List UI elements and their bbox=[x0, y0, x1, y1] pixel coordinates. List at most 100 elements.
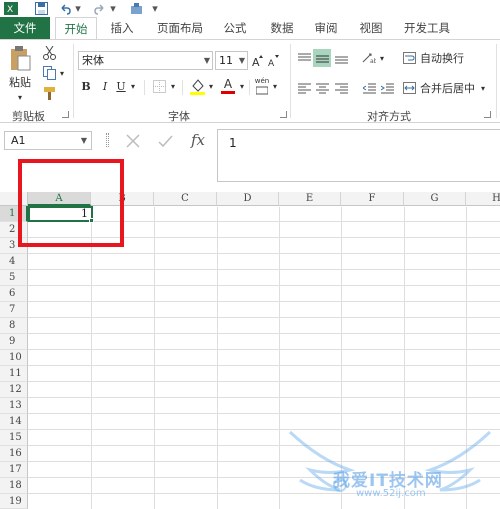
gridline bbox=[28, 413, 500, 414]
font-name-select[interactable]: 宋体 ▼ bbox=[78, 51, 213, 70]
row-header[interactable]: 4 bbox=[0, 254, 28, 270]
align-middle-icon[interactable] bbox=[313, 49, 331, 67]
italic-button[interactable]: I bbox=[98, 78, 112, 95]
decrease-indent-icon[interactable] bbox=[360, 79, 378, 97]
font-color-icon[interactable]: A bbox=[219, 76, 237, 96]
tab-page-layout[interactable]: 页面布局 bbox=[150, 17, 210, 39]
copy-dropdown-icon[interactable]: ▾ bbox=[58, 68, 66, 78]
tab-file[interactable]: 文件 bbox=[0, 17, 50, 39]
paste-dropdown-icon[interactable]: ▾ bbox=[14, 92, 26, 102]
row-header[interactable]: 9 bbox=[0, 334, 28, 350]
fill-color-icon[interactable] bbox=[188, 76, 206, 96]
chevron-down-icon: ▼ bbox=[203, 56, 210, 65]
wrap-text-button[interactable]: 自动换行 bbox=[403, 49, 468, 67]
save-icon[interactable] bbox=[32, 1, 50, 16]
column-header-h[interactable]: H bbox=[466, 192, 500, 206]
tab-insert[interactable]: 插入 bbox=[103, 17, 141, 39]
column-header-c[interactable]: C bbox=[154, 192, 217, 206]
alignment-group-label: 对齐方式 bbox=[367, 110, 411, 123]
row-header[interactable]: 10 bbox=[0, 350, 28, 366]
row-header[interactable]: 18 bbox=[0, 478, 28, 494]
align-left-icon[interactable] bbox=[295, 79, 313, 97]
redo-dropdown-icon[interactable]: ▾ bbox=[109, 1, 117, 16]
decrease-font-size-icon[interactable]: A bbox=[267, 52, 281, 69]
paste-button[interactable]: 粘贴 bbox=[4, 44, 36, 92]
copy-icon[interactable] bbox=[40, 64, 58, 82]
bold-button[interactable]: B bbox=[79, 78, 93, 95]
insert-function-button[interactable]: fx bbox=[186, 129, 210, 151]
row-header[interactable]: 6 bbox=[0, 286, 28, 302]
tab-data[interactable]: 数据 bbox=[263, 17, 301, 39]
undo-dropdown-icon[interactable]: ▾ bbox=[74, 1, 82, 16]
undo-icon[interactable] bbox=[57, 1, 73, 16]
row-header[interactable]: 19 bbox=[0, 494, 28, 509]
formula-input[interactable]: 1 bbox=[217, 129, 500, 182]
svg-text:A: A bbox=[268, 59, 275, 67]
cancel-entry-icon[interactable] bbox=[123, 131, 143, 151]
borders-icon[interactable] bbox=[150, 78, 168, 95]
column-header-f[interactable]: F bbox=[341, 192, 404, 206]
align-center-icon[interactable] bbox=[313, 79, 331, 97]
row-header[interactable]: 13 bbox=[0, 398, 28, 414]
gridline bbox=[28, 349, 500, 350]
name-box[interactable]: A1 ▼ bbox=[4, 131, 92, 150]
underline-dropdown-icon[interactable]: ▾ bbox=[129, 81, 137, 91]
excel-logo-icon: X bbox=[2, 1, 20, 16]
row-header[interactable]: 5 bbox=[0, 270, 28, 286]
row-header[interactable]: 11 bbox=[0, 366, 28, 382]
merge-center-icon bbox=[403, 82, 416, 94]
align-right-icon[interactable] bbox=[332, 79, 350, 97]
tab-formulas[interactable]: 公式 bbox=[216, 17, 254, 39]
divider bbox=[182, 80, 183, 95]
watermark-url: www.52ij.com bbox=[356, 488, 426, 499]
row-header[interactable]: 16 bbox=[0, 446, 28, 462]
font-size-value: 11 bbox=[219, 54, 233, 67]
font-color-glyph: A bbox=[223, 77, 233, 91]
row-header[interactable]: 17 bbox=[0, 462, 28, 478]
formula-bar-grip-icon bbox=[106, 133, 109, 147]
row-header[interactable]: 15 bbox=[0, 430, 28, 446]
clipboard-dialog-launcher-icon[interactable] bbox=[62, 111, 69, 118]
column-header-d[interactable]: D bbox=[217, 192, 279, 206]
fill-color-dropdown-icon[interactable]: ▾ bbox=[207, 81, 215, 91]
column-header-g[interactable]: G bbox=[404, 192, 466, 206]
alignment-dialog-launcher-icon[interactable] bbox=[484, 111, 491, 118]
orientation-dropdown-icon[interactable]: ▾ bbox=[378, 53, 386, 63]
borders-dropdown-icon[interactable]: ▾ bbox=[169, 81, 177, 91]
phonetic-icon bbox=[256, 86, 268, 95]
redo-icon[interactable] bbox=[92, 1, 108, 16]
format-painter-icon[interactable] bbox=[40, 84, 58, 102]
tab-home[interactable]: 开始 bbox=[55, 17, 97, 40]
increase-font-size-icon[interactable]: A bbox=[251, 52, 265, 69]
phonetic-dropdown-icon[interactable]: ▾ bbox=[271, 81, 279, 91]
formula-value: 1 bbox=[229, 136, 237, 150]
column-header-e[interactable]: E bbox=[279, 192, 341, 206]
tab-developer[interactable]: 开发工具 bbox=[397, 17, 457, 39]
row-header[interactable]: 14 bbox=[0, 414, 28, 430]
font-color-dropdown-icon[interactable]: ▾ bbox=[238, 81, 246, 91]
chevron-down-icon: ▼ bbox=[80, 136, 87, 145]
underline-button[interactable]: U bbox=[114, 78, 128, 95]
orientation-icon[interactable]: ab bbox=[360, 49, 378, 67]
gridline bbox=[28, 301, 500, 302]
align-top-icon[interactable] bbox=[295, 49, 313, 67]
font-size-select[interactable]: 11 ▼ bbox=[215, 51, 248, 70]
macro-icon[interactable] bbox=[127, 1, 145, 16]
align-bottom-icon[interactable] bbox=[332, 49, 350, 67]
tab-review[interactable]: 审阅 bbox=[307, 17, 345, 39]
customize-qat-icon[interactable]: ▾ bbox=[150, 1, 160, 16]
merge-center-button[interactable]: 合并后居中 bbox=[403, 79, 477, 97]
phonetic-guide-button[interactable]: wén bbox=[254, 76, 270, 96]
increase-indent-icon[interactable] bbox=[378, 79, 396, 97]
merge-center-dropdown-icon[interactable]: ▾ bbox=[479, 83, 487, 93]
tab-view[interactable]: 视图 bbox=[352, 17, 390, 39]
cut-icon[interactable] bbox=[40, 44, 58, 62]
svg-text:A: A bbox=[252, 56, 260, 67]
svg-text:X: X bbox=[7, 5, 13, 15]
row-header[interactable]: 8 bbox=[0, 318, 28, 334]
row-header[interactable]: 7 bbox=[0, 302, 28, 318]
row-header[interactable]: 12 bbox=[0, 382, 28, 398]
font-dialog-launcher-icon[interactable] bbox=[280, 111, 287, 118]
confirm-entry-icon[interactable] bbox=[155, 131, 175, 151]
clipboard-icon bbox=[11, 46, 31, 71]
